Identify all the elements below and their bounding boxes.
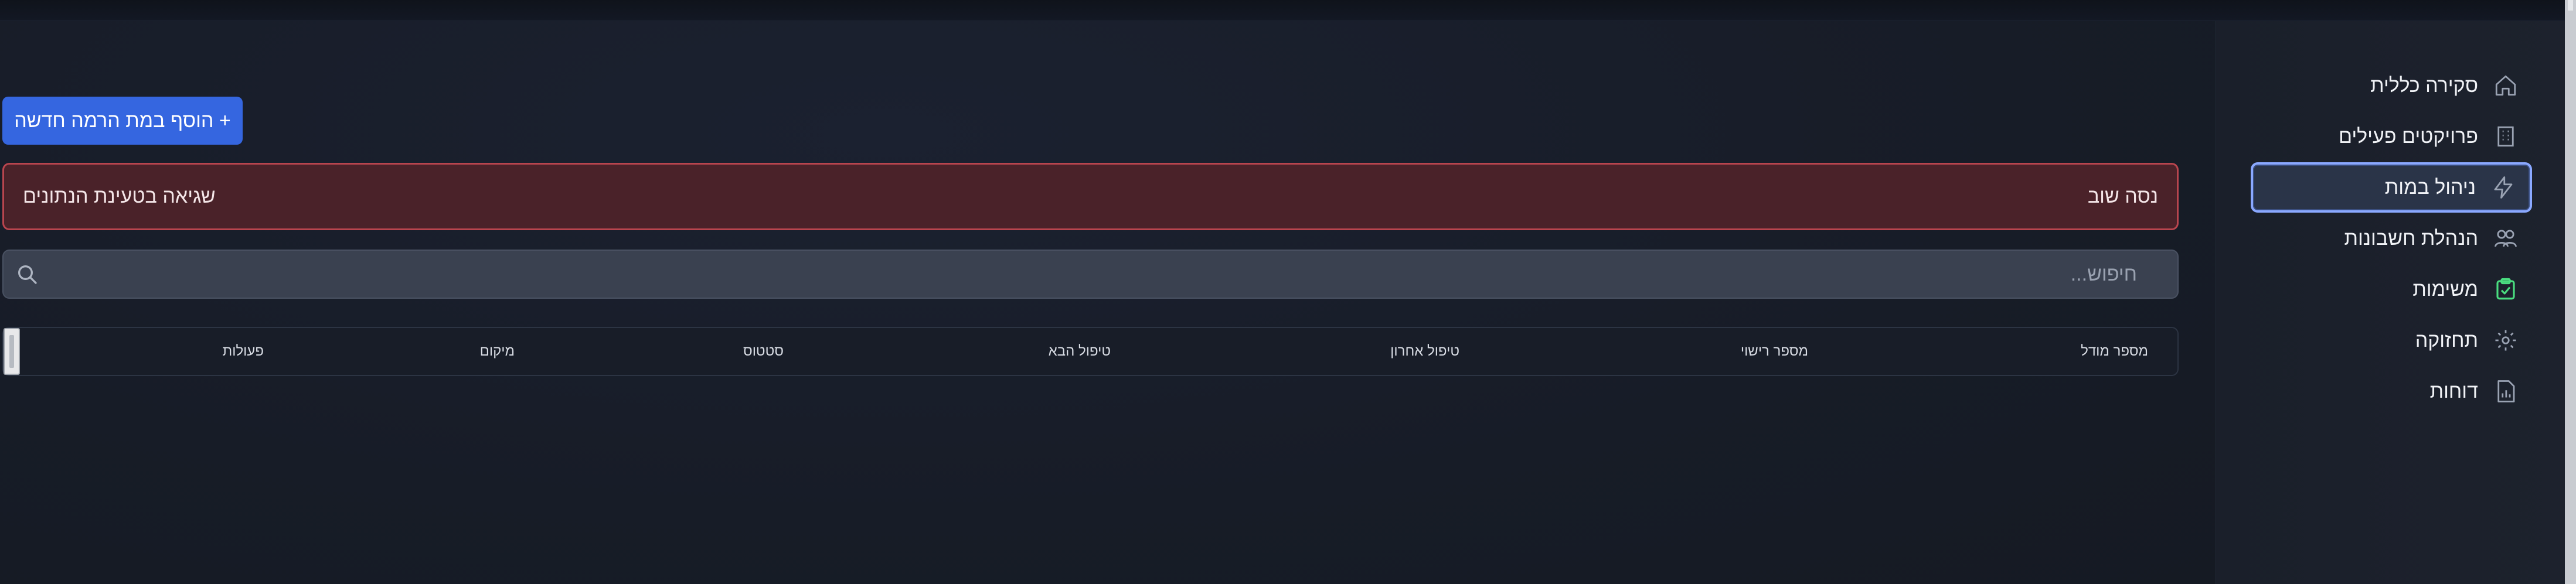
retry-link[interactable]: נסה שוב <box>2088 165 2158 228</box>
sidebar-item-tasks[interactable]: משימות <box>2251 264 2532 315</box>
column-header-actions[interactable]: פעולות <box>223 328 264 375</box>
search-bar <box>2 250 2179 299</box>
error-banner: שגיאה בטעינת הנתונים נסה שוב <box>2 163 2179 230</box>
main-content <box>0 21 2216 584</box>
resize-handle[interactable] <box>4 328 20 375</box>
sidebar: סקירה כללית פרויקטים פעילים ניהול במות ה… <box>2216 21 2576 584</box>
sidebar-item-accounting[interactable]: הנהלת חשבונות <box>2251 213 2532 264</box>
sidebar-item-label: ניהול במות <box>2384 176 2476 199</box>
column-header-status[interactable]: סטטוס <box>743 328 784 375</box>
column-header-model[interactable]: מספר מודל <box>2081 328 2148 375</box>
users-icon <box>2495 230 2517 247</box>
column-header-location[interactable]: מיקום <box>480 328 515 375</box>
report-icon <box>2497 380 2515 402</box>
home-icon <box>2495 75 2516 96</box>
error-message: שגיאה בטעינת הנתונים <box>23 185 216 207</box>
column-header-last-service[interactable]: טיפול אחרון <box>1390 328 1459 375</box>
sidebar-item-stage-management[interactable]: ניהול במות <box>2251 162 2532 213</box>
sidebar-item-label: תחזוקה <box>2415 329 2478 351</box>
building-icon <box>2497 126 2514 147</box>
sidebar-item-label: משימות <box>2412 278 2478 300</box>
add-lift-button[interactable]: + הוסף במת הרמה חדשה <box>2 97 243 145</box>
search-input[interactable] <box>50 251 2137 298</box>
sidebar-item-label: סקירה כללית <box>2370 74 2478 97</box>
sidebar-item-label: הנהלת חשבונות <box>2344 227 2478 250</box>
sidebar-item-overview[interactable]: סקירה כללית <box>2251 60 2532 111</box>
scrollbar-thumb[interactable] <box>2568 0 2573 11</box>
column-header-license[interactable]: מספר רישוי <box>1741 328 1808 375</box>
clipboard-check-icon <box>2496 278 2515 300</box>
lifts-table-header: מספר מודל מספר רישוי טיפול אחרון טיפול ה… <box>2 327 2179 376</box>
sidebar-item-reports[interactable]: דוחות <box>2251 366 2532 416</box>
sidebar-item-active-projects[interactable]: פרויקטים פעילים <box>2251 111 2532 162</box>
sidebar-item-label: דוחות <box>2429 380 2478 402</box>
lightning-icon <box>2494 176 2513 199</box>
top-bar <box>0 0 2576 21</box>
add-lift-button-label: + הוסף במת הרמה חדשה <box>14 109 231 132</box>
sidebar-item-maintenance[interactable]: תחזוקה <box>2251 315 2532 366</box>
window-scrollbar[interactable] <box>2565 0 2576 584</box>
search-icon <box>15 262 39 286</box>
sidebar-item-label: פרויקטים פעילים <box>2338 125 2478 148</box>
gear-icon <box>2495 330 2516 351</box>
column-header-next-service[interactable]: טיפול הבא <box>1049 328 1111 375</box>
